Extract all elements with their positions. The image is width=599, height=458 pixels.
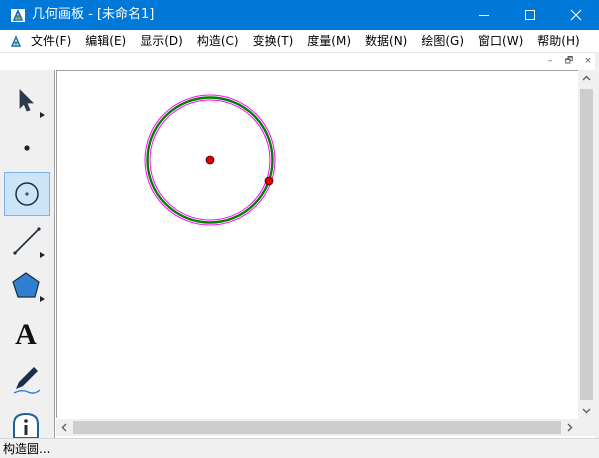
window-title: 几何画板 - [未命名1] <box>32 7 155 22</box>
scroll-down-icon[interactable] <box>578 402 595 419</box>
app-icon <box>11 9 25 22</box>
menu-construct[interactable]: 构造(C) <box>190 30 246 52</box>
information-tool[interactable] <box>4 402 50 438</box>
horizontal-scroll-thumb[interactable] <box>73 421 561 434</box>
menu-bar: 文件(F) 编辑(E) 显示(D) 构造(C) 变换(T) 度量(M) 数据(N… <box>0 30 599 53</box>
close-icon <box>570 9 582 21</box>
status-bar: 构造圆... <box>0 438 599 458</box>
marker-tool[interactable] <box>4 356 50 400</box>
menu-window[interactable]: 窗口(W) <box>471 30 530 52</box>
document-close-button[interactable]: × <box>581 54 595 68</box>
text-A-icon: A <box>15 318 37 351</box>
line-segment-icon <box>13 227 45 258</box>
status-text: 构造圆... <box>3 442 51 456</box>
menu-edit[interactable]: 编辑(E) <box>78 30 133 52</box>
document-minimize-button[interactable]: – <box>543 54 557 68</box>
sketch-canvas[interactable] <box>56 70 578 418</box>
point-tool[interactable] <box>4 126 50 170</box>
minimize-button[interactable] <box>461 0 507 30</box>
document-icon[interactable] <box>9 34 23 48</box>
menu-graph[interactable]: 绘图(G) <box>414 30 471 52</box>
arrow-select-tool[interactable] <box>4 80 50 124</box>
arrow-icon <box>19 89 45 118</box>
vertical-scrollbar[interactable] <box>578 70 595 419</box>
text-tool[interactable]: A <box>4 310 50 354</box>
close-button[interactable] <box>553 0 599 30</box>
circle-icon <box>15 182 39 206</box>
scroll-left-icon[interactable] <box>56 419 73 436</box>
scroll-right-icon[interactable] <box>561 419 578 436</box>
menu-help[interactable]: 帮助(H) <box>530 30 586 52</box>
scrollbar-corner <box>578 419 595 436</box>
sketch-drawing <box>144 94 276 226</box>
menu-items: 文件(F) 编辑(E) 显示(D) 构造(C) 变换(T) 度量(M) 数据(N… <box>24 30 587 52</box>
menu-data[interactable]: 数据(N) <box>358 30 414 52</box>
menu-measure[interactable]: 度量(M) <box>300 30 358 52</box>
toolbox: A <box>0 70 55 438</box>
maximize-icon <box>525 10 535 20</box>
maximize-button[interactable] <box>507 0 553 30</box>
text-tool-label: A <box>15 318 37 351</box>
menu-transform[interactable]: 变换(T) <box>246 30 301 52</box>
info-icon <box>13 412 39 438</box>
vertical-scroll-thumb[interactable] <box>580 89 593 400</box>
minimize-icon <box>479 15 489 16</box>
menu-display[interactable]: 显示(D) <box>133 30 190 52</box>
radius-point[interactable] <box>264 176 274 186</box>
straightedge-tool[interactable] <box>4 218 50 262</box>
horizontal-scrollbar[interactable] <box>56 419 578 436</box>
point-icon <box>24 145 30 151</box>
polygon-tool[interactable] <box>4 264 50 308</box>
scroll-up-icon[interactable] <box>578 70 595 87</box>
title-bar: 几何画板 - [未命名1] <box>0 0 599 30</box>
compass-tool[interactable] <box>4 172 50 216</box>
center-point[interactable] <box>205 155 215 165</box>
menu-file[interactable]: 文件(F) <box>24 30 78 52</box>
document-controls-row: – 🗗 × <box>0 53 599 69</box>
pentagon-icon <box>12 272 45 302</box>
window-border <box>595 52 599 438</box>
pen-icon <box>13 367 41 394</box>
document-restore-button[interactable]: 🗗 <box>562 54 576 68</box>
